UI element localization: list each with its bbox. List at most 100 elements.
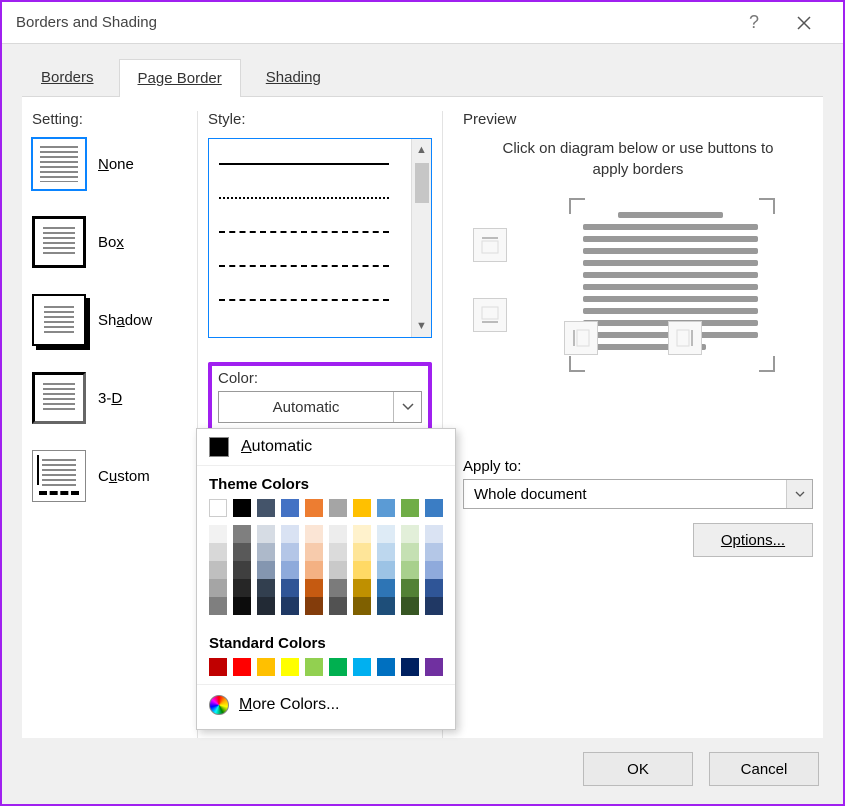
setting-3d[interactable]: 3-D: [32, 372, 187, 424]
theme-swatch[interactable]: [209, 499, 227, 517]
theme-shade-swatch[interactable]: [377, 579, 395, 597]
theme-shade-swatch[interactable]: [353, 597, 371, 615]
tab-borders[interactable]: Borders: [22, 58, 113, 96]
theme-shade-swatch[interactable]: [401, 543, 419, 561]
theme-shade-swatch[interactable]: [257, 561, 275, 579]
standard-swatch[interactable]: [233, 658, 251, 676]
standard-swatch[interactable]: [209, 658, 227, 676]
theme-shade-swatch[interactable]: [209, 579, 227, 597]
theme-swatch[interactable]: [377, 499, 395, 517]
standard-swatch[interactable]: [401, 658, 419, 676]
theme-swatch[interactable]: [257, 499, 275, 517]
theme-shade-swatch[interactable]: [257, 597, 275, 615]
theme-shade-swatch[interactable]: [233, 561, 251, 579]
border-top-toggle[interactable]: [473, 228, 507, 262]
theme-shade-swatch[interactable]: [377, 561, 395, 579]
theme-shade-swatch[interactable]: [209, 525, 227, 543]
theme-shade-swatch[interactable]: [209, 561, 227, 579]
theme-shade-swatch[interactable]: [377, 597, 395, 615]
theme-shade-swatch[interactable]: [425, 597, 443, 615]
theme-shade-swatch[interactable]: [329, 525, 347, 543]
theme-shade-swatch[interactable]: [425, 561, 443, 579]
theme-shade-swatch[interactable]: [305, 543, 323, 561]
style-dotted[interactable]: [219, 181, 389, 215]
options-button[interactable]: Options...: [693, 523, 813, 557]
standard-swatch[interactable]: [281, 658, 299, 676]
theme-shade-swatch[interactable]: [329, 543, 347, 561]
style-dash[interactable]: [219, 249, 389, 283]
standard-swatch[interactable]: [353, 658, 371, 676]
theme-swatch[interactable]: [281, 499, 299, 517]
tab-shading[interactable]: Shading: [247, 58, 340, 96]
theme-shade-swatch[interactable]: [329, 561, 347, 579]
ok-button[interactable]: OK: [583, 752, 693, 786]
theme-shade-swatch[interactable]: [257, 579, 275, 597]
help-button[interactable]: ?: [729, 2, 779, 43]
theme-shade-swatch[interactable]: [281, 525, 299, 543]
theme-shade-swatch[interactable]: [401, 579, 419, 597]
theme-shade-swatch[interactable]: [329, 579, 347, 597]
setting-shadow[interactable]: Shadow: [32, 294, 187, 346]
theme-shade-swatch[interactable]: [425, 525, 443, 543]
standard-swatch[interactable]: [257, 658, 275, 676]
theme-shade-swatch[interactable]: [377, 543, 395, 561]
color-dropdown[interactable]: Automatic: [218, 391, 422, 423]
theme-shade-swatch[interactable]: [353, 543, 371, 561]
theme-shade-swatch[interactable]: [257, 525, 275, 543]
standard-swatch[interactable]: [425, 658, 443, 676]
theme-shade-swatch[interactable]: [401, 561, 419, 579]
cancel-button[interactable]: Cancel: [709, 752, 819, 786]
theme-shade-swatch[interactable]: [353, 525, 371, 543]
theme-shade-swatch[interactable]: [305, 525, 323, 543]
theme-shade-swatch[interactable]: [233, 525, 251, 543]
theme-shade-swatch[interactable]: [209, 543, 227, 561]
scroll-down-icon[interactable]: ▼: [412, 315, 431, 337]
theme-shade-swatch[interactable]: [329, 597, 347, 615]
theme-swatch[interactable]: [401, 499, 419, 517]
standard-swatch[interactable]: [329, 658, 347, 676]
setting-custom[interactable]: Custom: [32, 450, 187, 502]
more-colors-option[interactable]: More Colors...: [197, 684, 455, 725]
theme-shade-swatch[interactable]: [425, 543, 443, 561]
theme-shade-swatch[interactable]: [401, 525, 419, 543]
theme-swatch[interactable]: [425, 499, 443, 517]
standard-swatch[interactable]: [377, 658, 395, 676]
border-right-toggle[interactable]: [668, 321, 702, 355]
theme-shade-swatch[interactable]: [305, 579, 323, 597]
style-scrollbar[interactable]: ▲ ▼: [411, 139, 431, 337]
tab-page-border[interactable]: Page Border: [119, 59, 241, 97]
scroll-thumb[interactable]: [415, 163, 429, 203]
theme-shade-swatch[interactable]: [233, 543, 251, 561]
style-solid[interactable]: [219, 147, 389, 181]
theme-swatch[interactable]: [329, 499, 347, 517]
apply-to-dropdown[interactable]: Whole document: [463, 479, 813, 509]
theme-shade-swatch[interactable]: [353, 579, 371, 597]
theme-shade-swatch[interactable]: [281, 543, 299, 561]
theme-shade-swatch[interactable]: [281, 579, 299, 597]
theme-shade-swatch[interactable]: [209, 597, 227, 615]
theme-shade-swatch[interactable]: [377, 525, 395, 543]
theme-swatch[interactable]: [353, 499, 371, 517]
theme-shade-swatch[interactable]: [353, 561, 371, 579]
theme-shade-swatch[interactable]: [425, 579, 443, 597]
theme-swatch[interactable]: [305, 499, 323, 517]
theme-shade-swatch[interactable]: [305, 561, 323, 579]
style-dash-short[interactable]: [219, 215, 389, 249]
scroll-up-icon[interactable]: ▲: [415, 139, 429, 161]
setting-none[interactable]: None: [32, 138, 187, 190]
theme-shade-swatch[interactable]: [305, 597, 323, 615]
theme-shade-swatch[interactable]: [401, 597, 419, 615]
border-left-toggle[interactable]: [564, 321, 598, 355]
theme-shade-swatch[interactable]: [257, 543, 275, 561]
standard-swatch[interactable]: [305, 658, 323, 676]
style-listbox[interactable]: ▲ ▼: [208, 138, 432, 338]
color-automatic-option[interactable]: Automatic: [197, 429, 455, 466]
theme-shade-swatch[interactable]: [281, 561, 299, 579]
style-dashdot[interactable]: [219, 283, 389, 317]
theme-swatch[interactable]: [233, 499, 251, 517]
theme-shade-swatch[interactable]: [233, 597, 251, 615]
theme-shade-swatch[interactable]: [233, 579, 251, 597]
close-button[interactable]: [779, 2, 829, 43]
theme-shade-swatch[interactable]: [281, 597, 299, 615]
setting-box[interactable]: Box: [32, 216, 187, 268]
